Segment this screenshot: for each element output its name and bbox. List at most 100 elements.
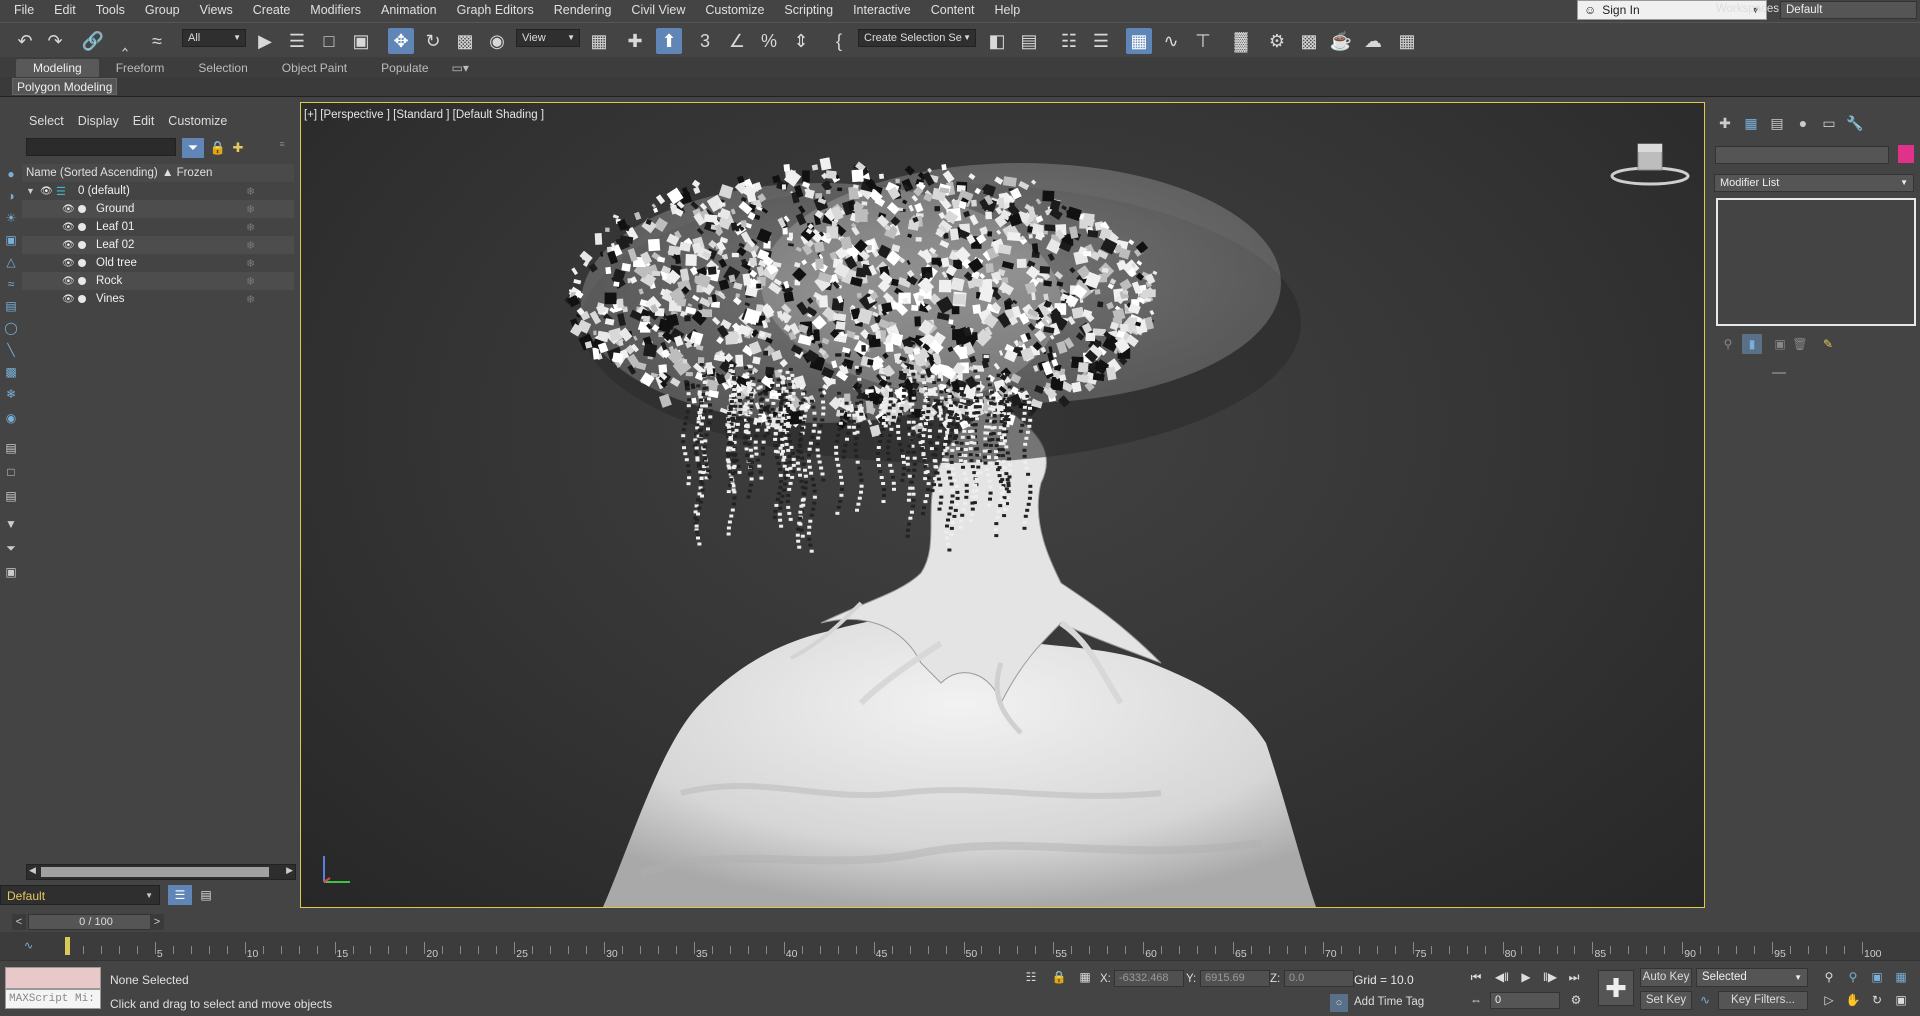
menu-file[interactable]: File: [0, 0, 44, 20]
menu-help[interactable]: Help: [985, 0, 1031, 20]
go-to-end-icon[interactable]: ⏭: [1564, 968, 1584, 986]
angle-snap-icon[interactable]: ∠: [724, 28, 750, 54]
menu-civil-view[interactable]: Civil View: [621, 0, 695, 20]
time-configuration-icon[interactable]: ⚙: [1566, 991, 1586, 1009]
key-filters-button[interactable]: Key Filters...: [1718, 991, 1808, 1010]
menu-group[interactable]: Group: [135, 0, 190, 20]
layer-explorer-icon[interactable]: ☰: [1088, 28, 1114, 54]
display-invert-icon[interactable]: □: [3, 464, 19, 480]
frozen-snowflake-icon[interactable]: ❄: [246, 257, 255, 270]
pivot-center-icon[interactable]: ▦: [586, 28, 612, 54]
window-crossing-icon[interactable]: ▣: [348, 28, 374, 54]
menu-tools[interactable]: Tools: [86, 0, 135, 20]
menu-animation[interactable]: Animation: [371, 0, 447, 20]
curve-editor-icon[interactable]: ∿: [1158, 28, 1184, 54]
explorer-menu-select[interactable]: Select: [22, 108, 71, 132]
material-editor-icon[interactable]: ▓: [1228, 28, 1254, 54]
display-tab-icon[interactable]: ▭: [1818, 112, 1840, 134]
rendered-frame-window-icon[interactable]: ▩: [1296, 28, 1322, 54]
maxscript-mini-listener[interactable]: MAXScript Mi:: [5, 989, 101, 1009]
display-children-icon[interactable]: ▤: [3, 488, 19, 504]
select-and-move-icon[interactable]: ✥: [388, 28, 414, 54]
object-name-field[interactable]: [1715, 146, 1889, 164]
render-cloud-icon[interactable]: ☁: [1360, 28, 1386, 54]
object-color-swatch[interactable]: [1898, 145, 1914, 163]
ribbon-options-icon[interactable]: ▭▾: [446, 59, 475, 77]
modifier-stack[interactable]: [1716, 198, 1916, 326]
key-mode-select[interactable]: Selected ▼: [1696, 968, 1808, 987]
helpers-filter-icon[interactable]: △: [3, 254, 19, 270]
column-frozen[interactable]: ▲ Frozen: [162, 167, 212, 179]
eye-icon[interactable]: 👁: [40, 186, 53, 197]
maximize-viewport-icon[interactable]: ▣: [1892, 991, 1910, 1009]
keyboard-shortcut-override-icon[interactable]: ⬆: [656, 28, 682, 54]
select-and-rotate-icon[interactable]: ↻: [420, 28, 446, 54]
time-config-arrow-icon[interactable]: ⇔: [1466, 991, 1486, 1009]
layer-manager-icon[interactable]: ▣: [3, 564, 19, 580]
cameras-filter-icon[interactable]: ▣: [3, 232, 19, 248]
unlink-icon[interactable]: ‸: [112, 28, 138, 54]
pin-stack-icon[interactable]: ⚲: [1718, 334, 1738, 354]
modifier-list-select[interactable]: Modifier List ▼: [1714, 174, 1914, 192]
scrollbar-thumb[interactable]: [41, 867, 269, 877]
set-key-button[interactable]: Set Key: [1640, 991, 1692, 1010]
curve-editor-mini-icon[interactable]: ∿: [24, 939, 33, 952]
eye-icon[interactable]: 👁: [62, 222, 75, 233]
modify-tab-icon[interactable]: ▦: [1740, 112, 1762, 134]
edit-named-selection-icon[interactable]: {: [826, 28, 852, 54]
frozen-snowflake-icon[interactable]: ❄: [246, 293, 255, 306]
eye-icon[interactable]: 👁: [62, 258, 75, 269]
perspective-viewport[interactable]: [300, 102, 1705, 908]
absolute-mode-icon[interactable]: ▦: [1076, 968, 1094, 986]
menu-graph-editors[interactable]: Graph Editors: [447, 0, 544, 20]
space-warps-filter-icon[interactable]: ≈: [3, 276, 19, 292]
tab-selection[interactable]: Selection: [181, 59, 264, 77]
lights-filter-icon[interactable]: ☀: [3, 210, 19, 226]
eye-icon[interactable]: 👁: [62, 240, 75, 251]
select-and-place-icon[interactable]: ◉: [484, 28, 510, 54]
tab-modeling[interactable]: Modeling: [16, 59, 99, 77]
zoom-all-icon[interactable]: ⚲: [1844, 968, 1862, 986]
toggle-ribbon-icon[interactable]: ▦: [1126, 28, 1152, 54]
menu-content[interactable]: Content: [921, 0, 985, 20]
particles-filter-icon[interactable]: ❄: [3, 386, 19, 402]
set-key-big-button[interactable]: ✚: [1598, 970, 1634, 1006]
explorer-search-input[interactable]: [26, 138, 176, 156]
frozen-snowflake-icon[interactable]: ❄: [246, 185, 255, 198]
shapes-filter-icon[interactable]: ◑: [3, 188, 19, 204]
current-frame-marker[interactable]: [65, 937, 70, 955]
undo-icon[interactable]: ↶: [12, 28, 38, 54]
y-coordinate-field[interactable]: 6915.69: [1200, 970, 1270, 987]
selection-lock-icon[interactable]: 🔒: [1050, 968, 1068, 986]
viewcube-icon[interactable]: [1608, 140, 1692, 188]
explorer-menu-display[interactable]: Display: [71, 108, 126, 132]
filter-toggle-icon[interactable]: ▼: [3, 516, 19, 532]
next-key-icon[interactable]: ‖▶: [1540, 968, 1560, 986]
auto-key-button[interactable]: Auto Key: [1640, 968, 1692, 987]
display-none-icon[interactable]: ▤: [3, 440, 19, 456]
add-time-tag[interactable]: Add Time Tag: [1354, 996, 1424, 1008]
frozen-snowflake-icon[interactable]: ❄: [246, 275, 255, 288]
geometry-filter-icon[interactable]: ●: [3, 166, 19, 182]
explorer-horizontal-scrollbar[interactable]: ◀ ▶: [26, 864, 296, 880]
scroll-left-icon[interactable]: ◀: [29, 865, 36, 876]
current-frame-field[interactable]: 0: [1490, 992, 1560, 1009]
z-coordinate-field[interactable]: 0.0: [1284, 970, 1354, 987]
isolate-selection-icon[interactable]: ☷: [1022, 968, 1040, 986]
column-name[interactable]: Name (Sorted Ascending): [22, 167, 162, 179]
zoom-extents-all-icon[interactable]: ▦: [1892, 968, 1910, 986]
select-by-name-icon[interactable]: ☰: [284, 28, 310, 54]
hierarchy-tab-icon[interactable]: ▤: [1766, 112, 1788, 134]
snaps-toggle-icon[interactable]: 3: [692, 28, 718, 54]
scene-explorer-toggle-icon[interactable]: ☷: [1056, 28, 1082, 54]
render-setup-icon[interactable]: ⚙: [1264, 28, 1290, 54]
field-of-view-icon[interactable]: ▷: [1820, 991, 1838, 1009]
create-tab-icon[interactable]: ✚: [1714, 112, 1736, 134]
reference-coordinate-select[interactable]: View ▼: [516, 29, 580, 47]
add-layer-icon[interactable]: ✚: [228, 138, 248, 158]
groups-filter-icon[interactable]: ▤: [3, 298, 19, 314]
link-icon[interactable]: 🔗: [80, 28, 106, 54]
utilities-tab-icon[interactable]: 🔧: [1844, 112, 1866, 134]
eye-icon[interactable]: 👁: [62, 204, 75, 215]
menu-scripting[interactable]: Scripting: [774, 0, 843, 20]
